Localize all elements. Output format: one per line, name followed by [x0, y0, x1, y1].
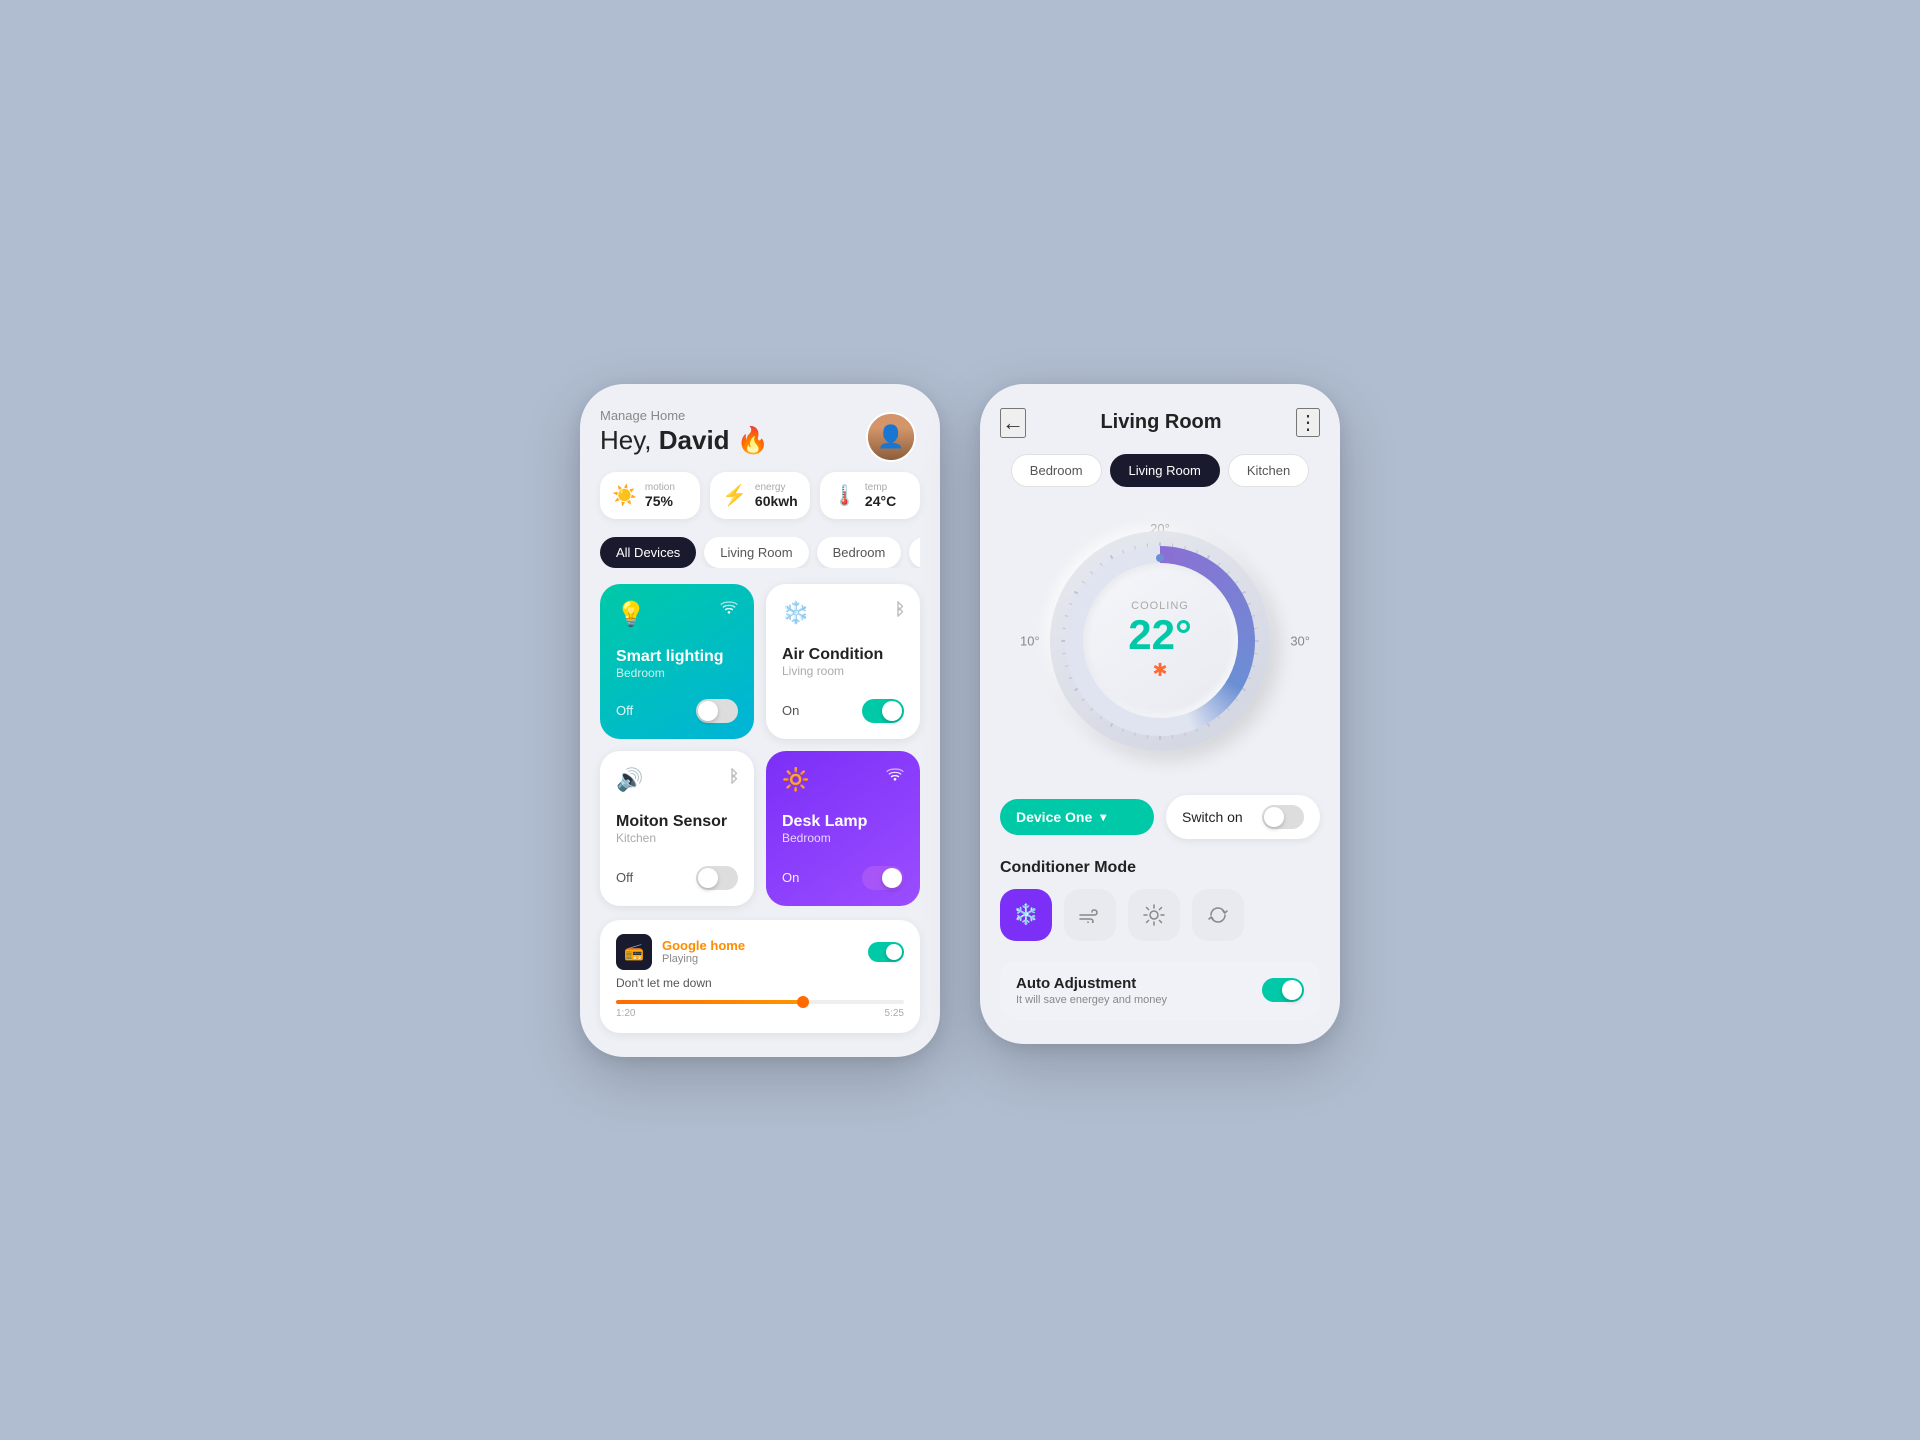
dial-ring: COOLING 22° ✱ — [1065, 546, 1255, 736]
conditioner-mode-title: Conditioner Mode — [1000, 859, 1320, 877]
energy-value: 60kwh — [755, 493, 798, 509]
devices-grid: 💡 Smart lighting Bedroom — [600, 584, 920, 906]
auto-adj-subtitle: It will save energey and money — [1016, 994, 1167, 1006]
right-phone-header: ← Living Room ⋮ — [1000, 408, 1320, 438]
switch-on-label: Switch on — [1182, 809, 1243, 825]
temp-label: temp — [865, 482, 896, 493]
motion-icon: ☀️ — [612, 483, 637, 508]
thermostat-container: 20° 10° 30° COOLING 22° ✱ — [1000, 511, 1320, 771]
device-air-condition[interactable]: ❄️ Air Condition Living room On — [766, 584, 920, 739]
auto-adj-title: Auto Adjustment — [1016, 975, 1167, 992]
motion-label: motion — [645, 482, 675, 493]
phones-container: Manage Home Hey, David 🔥 👤 ☀️ motion 75%… — [580, 384, 1340, 1057]
bluetooth-icon-ac — [892, 600, 904, 623]
thermostat-dial[interactable]: COOLING 22° ✱ — [1050, 531, 1270, 751]
gh-progress-fill — [616, 1000, 803, 1004]
more-button[interactable]: ⋮ — [1296, 408, 1320, 437]
smart-lighting-toggle[interactable] — [696, 699, 738, 723]
room-tabs: Bedroom Living Room Kitchen — [1000, 454, 1320, 487]
motion-sensor-status: Off — [616, 870, 633, 885]
device-selector[interactable]: Device One ▾ — [1000, 799, 1154, 835]
fire-emoji: 🔥 — [737, 425, 769, 455]
switch-on-row: Switch on — [1166, 795, 1320, 839]
thermostat-temp-value: 22° — [1128, 614, 1192, 656]
bluetooth-icon-ms — [726, 767, 738, 790]
device-motion-sensor[interactable]: 🔊 Moiton Sensor Kitchen Off — [600, 751, 754, 906]
tab-kitchen[interactable]: Kitchen — [1228, 454, 1309, 487]
gh-progress-dot — [797, 996, 809, 1008]
tab-bedroom[interactable]: Bedroom — [1011, 454, 1102, 487]
mode-wind[interactable] — [1064, 889, 1116, 941]
auto-adjustment-card: Auto Adjustment It will save energey and… — [1000, 961, 1320, 1020]
energy-icon: ⚡ — [722, 483, 747, 508]
desk-lamp-name: Desk Lamp — [782, 813, 904, 831]
ac-toggle[interactable] — [862, 699, 904, 723]
device-row: Device One ▾ Switch on — [1000, 795, 1320, 839]
dial-inner: COOLING 22° ✱ — [1083, 563, 1238, 718]
gh-progress-bar[interactable] — [616, 1000, 904, 1004]
device-selector-label: Device One — [1016, 809, 1092, 825]
motion-sensor-icon: 🔊 — [616, 767, 643, 793]
lamp-icon: 💡 — [616, 600, 646, 629]
auto-adj-toggle[interactable] — [1262, 978, 1304, 1002]
mode-freeze[interactable]: ❄️ — [1000, 889, 1052, 941]
filter-tabs: All Devices Living Room Bedroom K... — [600, 537, 920, 568]
google-home-icon: 📻 — [616, 934, 652, 970]
snowflake-icon: ✱ — [1152, 660, 1167, 681]
smart-lighting-name: Smart lighting — [616, 648, 738, 666]
gh-time-total: 5:25 — [885, 1008, 904, 1019]
device-smart-lighting[interactable]: 💡 Smart lighting Bedroom — [600, 584, 754, 739]
dial-dot — [1156, 554, 1164, 562]
temp-value: 24°C — [865, 493, 896, 509]
tab-kitchen[interactable]: K... — [909, 537, 920, 568]
desk-lamp-room: Bedroom — [782, 831, 904, 845]
mode-cycle[interactable] — [1192, 889, 1244, 941]
gh-song: Don't let me down — [616, 976, 904, 990]
ac-status: On — [782, 703, 799, 718]
ac-icon: ❄️ — [782, 600, 809, 626]
stat-energy: ⚡ energy 60kwh — [710, 472, 810, 519]
ac-room: Living room — [782, 664, 904, 678]
gh-time-current: 1:20 — [616, 1008, 635, 1019]
google-home-card: 📻 Google home Playing Don't let me down — [600, 920, 920, 1033]
gh-playing-label: Playing — [662, 953, 745, 965]
wifi-icon — [720, 600, 738, 619]
tab-living-room[interactable]: Living Room — [704, 537, 808, 568]
energy-label: energy — [755, 482, 798, 493]
wifi-icon-lamp — [886, 767, 904, 786]
avatar[interactable]: 👤 — [866, 412, 916, 462]
tab-living-room[interactable]: Living Room — [1110, 454, 1220, 487]
ac-name: Air Condition — [782, 646, 904, 664]
temp-10-label: 10° — [1020, 633, 1040, 648]
conditioner-mode-section: Conditioner Mode ❄️ — [1000, 859, 1320, 941]
back-button[interactable]: ← — [1000, 408, 1026, 438]
temp-icon: 🌡️ — [832, 483, 857, 508]
desk-lamp-toggle[interactable] — [862, 866, 904, 890]
desk-lamp-icon: 🔆 — [782, 767, 809, 793]
tab-bedroom[interactable]: Bedroom — [817, 537, 902, 568]
switch-on-toggle[interactable] — [1262, 805, 1304, 829]
motion-sensor-name: Moiton Sensor — [616, 813, 738, 831]
smart-lighting-room: Bedroom — [616, 666, 738, 680]
motion-sensor-room: Kitchen — [616, 831, 738, 845]
google-home-brand: Google home — [662, 938, 745, 953]
stat-temp: 🌡️ temp 24°C — [820, 472, 920, 519]
google-home-toggle[interactable] — [868, 942, 904, 962]
motion-sensor-toggle[interactable] — [696, 866, 738, 890]
desk-lamp-status: On — [782, 870, 799, 885]
device-desk-lamp[interactable]: 🔆 Desk Lamp Bedroom On — [766, 751, 920, 906]
temp-30-label: 30° — [1290, 633, 1310, 648]
tab-all-devices[interactable]: All Devices — [600, 537, 696, 568]
right-phone: ← Living Room ⋮ Bedroom Living Room Kitc… — [980, 384, 1340, 1044]
stats-row: ☀️ motion 75% ⚡ energy 60kwh 🌡️ temp 24°… — [600, 472, 920, 519]
mode-buttons: ❄️ — [1000, 889, 1320, 941]
smart-lighting-status: Off — [616, 703, 633, 718]
mode-sun[interactable] — [1128, 889, 1180, 941]
user-name: David — [659, 425, 730, 455]
motion-value: 75% — [645, 493, 675, 509]
room-title: Living Room — [1100, 411, 1221, 434]
chevron-down-icon: ▾ — [1100, 810, 1106, 824]
stat-motion: ☀️ motion 75% — [600, 472, 700, 519]
left-phone: Manage Home Hey, David 🔥 👤 ☀️ motion 75%… — [580, 384, 940, 1057]
